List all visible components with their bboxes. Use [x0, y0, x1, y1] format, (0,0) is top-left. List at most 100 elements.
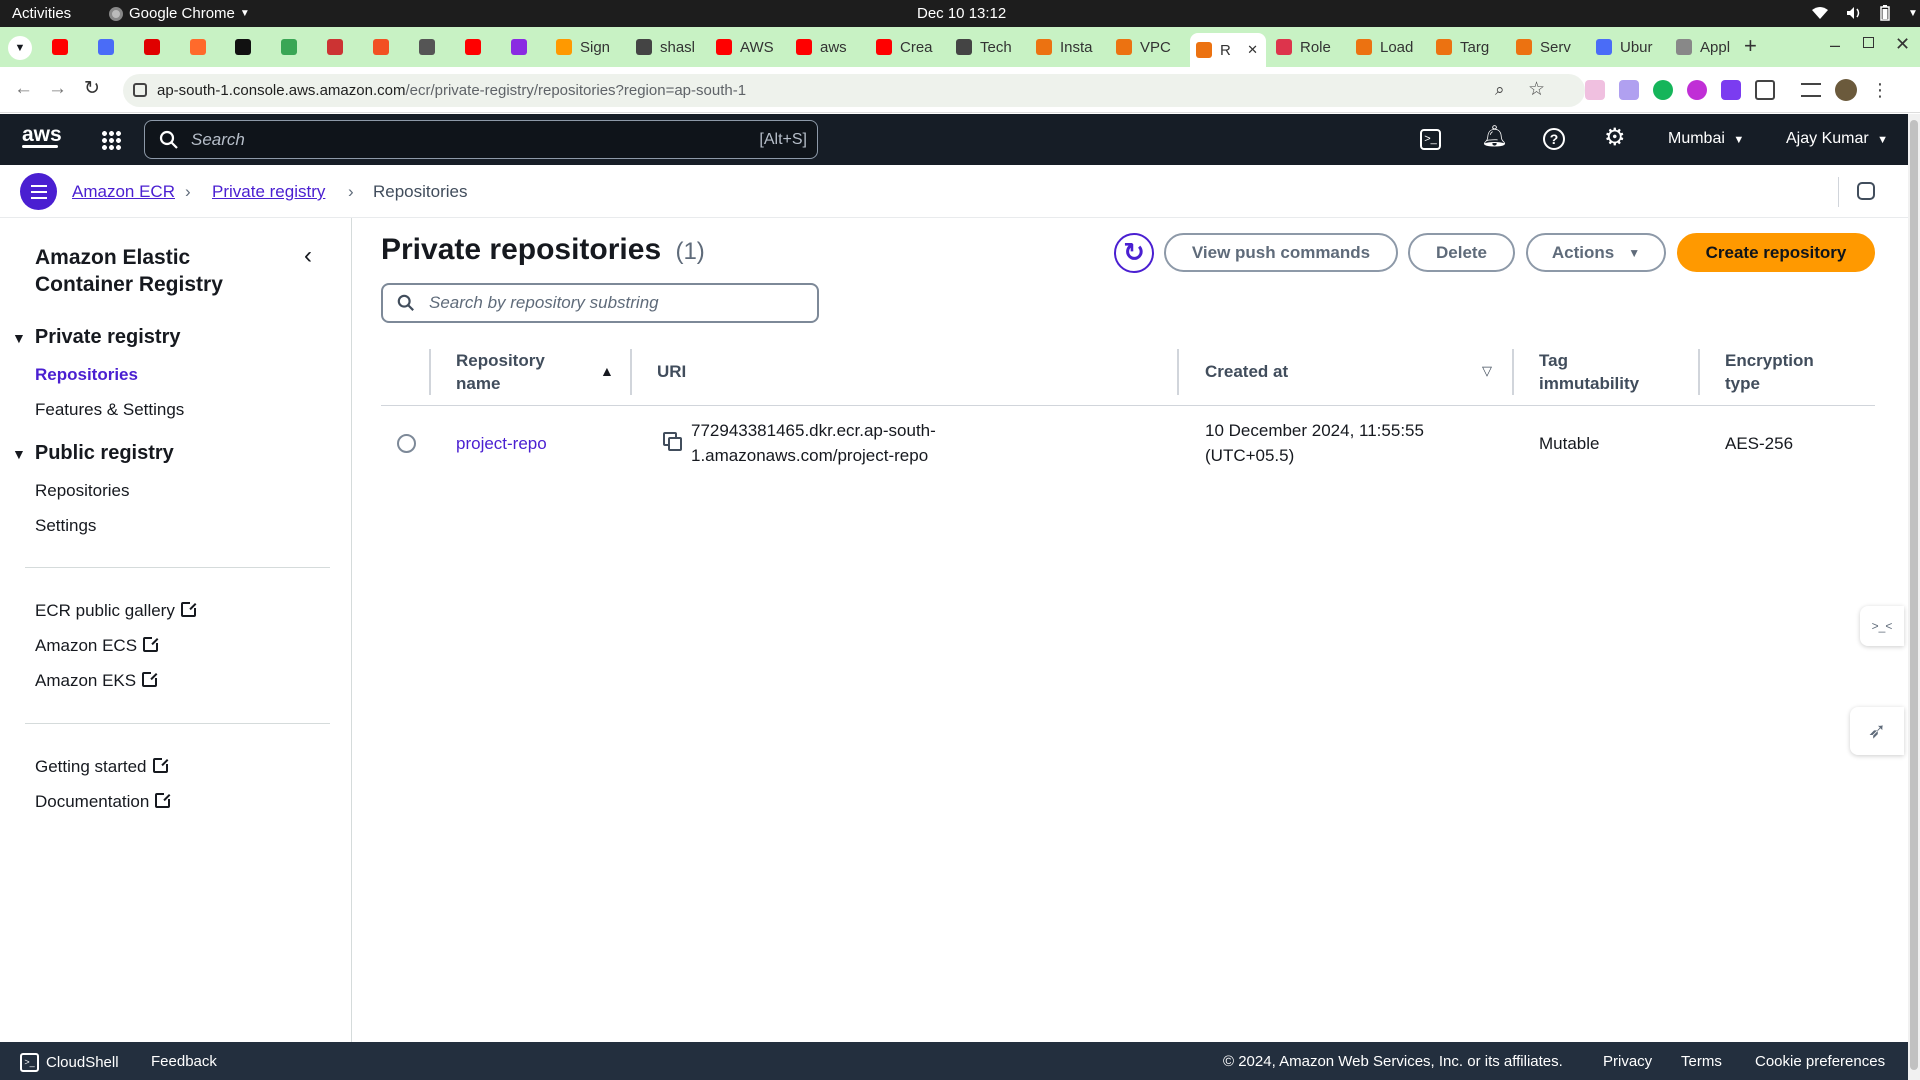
sidebar-item-public-settings[interactable]: Settings: [35, 516, 96, 536]
footer-cloudshell[interactable]: >_ CloudShell: [20, 1053, 119, 1072]
browser-tab[interactable]: aws: [790, 31, 865, 63]
browser-tab[interactable]: Serv: [1510, 31, 1585, 63]
aws-search-input[interactable]: Search [Alt+S]: [144, 120, 818, 159]
app-menu[interactable]: Google Chrome ▼: [109, 5, 250, 22]
extension-icon[interactable]: [1687, 80, 1707, 100]
extension-icon[interactable]: [1721, 80, 1741, 100]
clock[interactable]: Dec 10 13:12: [917, 5, 1006, 22]
feedback-widget-icon[interactable]: >_<: [1860, 606, 1904, 646]
footer-cookie-preferences[interactable]: Cookie preferences: [1755, 1053, 1885, 1070]
extension-icon[interactable]: [1585, 80, 1605, 100]
sort-toggle-icon[interactable]: ▽: [1482, 363, 1492, 379]
section-public-registry[interactable]: ▼ Public registry: [12, 442, 174, 465]
avatar[interactable]: [1835, 79, 1857, 101]
collapse-sidebar-icon[interactable]: ‹: [304, 242, 312, 270]
extensions-puzzle-icon[interactable]: [1755, 80, 1775, 100]
page-scrollbar[interactable]: [1908, 114, 1920, 1080]
row-select-radio[interactable]: [397, 434, 416, 453]
maximize-icon[interactable]: [1863, 37, 1874, 48]
close-window-icon[interactable]: ✕: [1895, 34, 1910, 55]
repository-name-link[interactable]: project-repo: [456, 431, 547, 456]
browser-tab[interactable]: Targ: [1430, 31, 1505, 63]
breadcrumb-amazon-ecr[interactable]: Amazon ECR: [72, 182, 175, 202]
footer-privacy[interactable]: Privacy: [1603, 1053, 1652, 1070]
browser-tab[interactable]: [229, 31, 269, 63]
browser-tab[interactable]: [321, 31, 361, 63]
browser-tab[interactable]: Crea: [870, 31, 945, 63]
delete-button[interactable]: Delete: [1408, 233, 1515, 272]
kebab-menu-icon[interactable]: ⋮: [1871, 80, 1889, 101]
sidebar-link-getting-started[interactable]: Getting started: [35, 757, 169, 777]
site-info-icon[interactable]: [133, 83, 147, 97]
cloudshell-icon[interactable]: >_: [1420, 129, 1441, 150]
browser-tab[interactable]: [367, 31, 407, 63]
repository-search-input[interactable]: Search by repository substring: [381, 283, 819, 323]
reading-list-icon[interactable]: [1801, 83, 1821, 97]
browser-tab[interactable]: Tech: [950, 31, 1025, 63]
column-header-encryption-type[interactable]: Encryption type: [1725, 349, 1814, 395]
breadcrumb-private-registry[interactable]: Private registry: [212, 182, 325, 202]
gear-icon[interactable]: ⚙: [1604, 123, 1626, 152]
bookmark-star-icon[interactable]: ☆: [1528, 78, 1545, 101]
extension-icon[interactable]: [1619, 80, 1639, 100]
aws-logo[interactable]: aws: [22, 123, 62, 148]
zoom-icon[interactable]: ⌕: [1495, 80, 1505, 100]
column-header-uri[interactable]: URI: [657, 360, 686, 383]
browser-tab[interactable]: Sign: [550, 31, 625, 63]
browser-tab[interactable]: [184, 31, 224, 63]
copy-icon[interactable]: [663, 432, 683, 452]
browser-tab[interactable]: VPC: [1110, 31, 1185, 63]
browser-tab[interactable]: Ubur: [1590, 31, 1665, 63]
browser-tab[interactable]: [413, 31, 453, 63]
services-grid-icon[interactable]: [101, 130, 121, 150]
browser-tab[interactable]: R ✕: [1190, 33, 1266, 67]
browser-tab[interactable]: [138, 31, 178, 63]
sort-ascending-icon[interactable]: ▲: [600, 363, 614, 379]
help-icon[interactable]: ?: [1543, 128, 1565, 150]
sidebar-item-public-repositories[interactable]: Repositories: [35, 481, 130, 501]
sidebar-link-ecr-public-gallery[interactable]: ECR public gallery: [35, 601, 197, 621]
forward-icon[interactable]: →: [48, 78, 67, 100]
sidebar-link-amazon-eks[interactable]: Amazon EKS: [35, 671, 159, 691]
hamburger-menu-icon[interactable]: [20, 173, 57, 210]
actions-dropdown[interactable]: Actions ▼: [1526, 233, 1666, 272]
browser-tab[interactable]: [505, 31, 545, 63]
column-header-created-at[interactable]: Created at: [1205, 360, 1288, 383]
sidebar-item-features-settings[interactable]: Features & Settings: [35, 400, 184, 420]
close-tab-icon[interactable]: ✕: [1247, 42, 1258, 58]
browser-tab[interactable]: AWS: [710, 31, 785, 63]
footer-terms[interactable]: Terms: [1681, 1053, 1722, 1070]
browser-tab[interactable]: Insta: [1030, 31, 1105, 63]
bell-icon[interactable]: 🔔︎: [1481, 125, 1508, 149]
column-header-repository-name[interactable]: Repository name: [456, 349, 545, 395]
new-tab-icon[interactable]: +: [1744, 33, 1757, 59]
browser-tab[interactable]: [275, 31, 315, 63]
minimize-icon[interactable]: –: [1830, 35, 1840, 56]
refresh-button[interactable]: ↻: [1114, 233, 1154, 273]
system-tray[interactable]: ▼: [1812, 5, 1918, 21]
browser-tab[interactable]: Role: [1270, 31, 1345, 63]
sidebar-item-repositories[interactable]: Repositories: [35, 365, 138, 385]
browser-tab[interactable]: [46, 31, 86, 63]
tools-panel-icon[interactable]: [1857, 182, 1875, 200]
sidebar-link-documentation[interactable]: Documentation: [35, 792, 172, 812]
reload-icon[interactable]: ↻: [84, 77, 100, 100]
section-private-registry[interactable]: ▼ Private registry: [12, 326, 181, 349]
browser-tab[interactable]: Load: [1350, 31, 1425, 63]
browser-tab[interactable]: shasl: [630, 31, 705, 63]
browser-tab[interactable]: [459, 31, 499, 63]
create-repository-button[interactable]: Create repository: [1677, 233, 1875, 272]
footer-feedback[interactable]: Feedback: [151, 1053, 217, 1070]
column-header-tag-immutability[interactable]: Tag immutability: [1539, 349, 1639, 395]
tab-search-icon[interactable]: ▼: [8, 36, 32, 60]
address-bar[interactable]: ap-south-1.console.aws.amazon.com/ecr/pr…: [123, 74, 1585, 107]
account-menu[interactable]: Ajay Kumar ▼: [1786, 130, 1888, 148]
rocket-widget-icon[interactable]: ➶: [1850, 707, 1904, 755]
back-icon[interactable]: ←: [14, 78, 33, 100]
region-selector[interactable]: Mumbai ▼: [1668, 130, 1744, 148]
extension-icon[interactable]: [1653, 80, 1673, 100]
browser-tab[interactable]: Appl: [1670, 31, 1742, 63]
view-push-commands-button[interactable]: View push commands: [1164, 233, 1398, 272]
browser-tab[interactable]: [92, 31, 132, 63]
activities-button[interactable]: Activities: [12, 5, 71, 22]
